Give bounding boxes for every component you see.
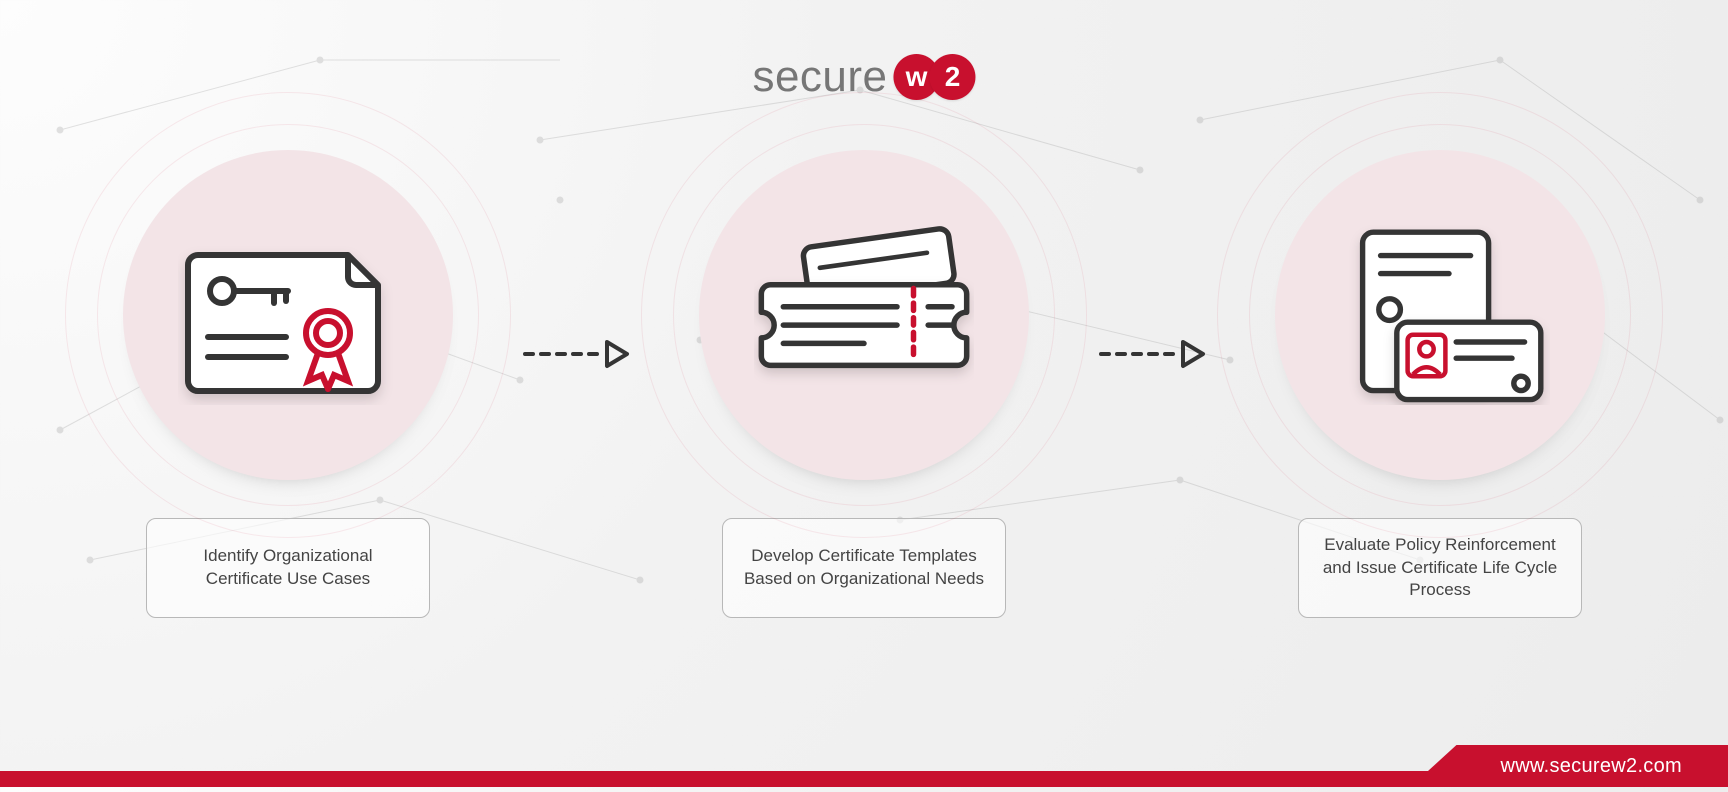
template-ticket-icon	[754, 225, 974, 405]
step-3: Evaluate Policy Reinforcement and Issue …	[1275, 150, 1605, 618]
policy-id-card-icon	[1330, 225, 1550, 405]
brand-badge-letter-2: 2	[930, 54, 976, 100]
process-row: Identify Organizational Certificate Use …	[0, 150, 1728, 618]
brand-badge: w 2	[894, 54, 976, 100]
arrow-icon	[521, 334, 631, 374]
step-3-halo	[1275, 150, 1605, 480]
step-2: Develop Certificate Templates Based on O…	[699, 150, 1029, 618]
step-1-halo	[123, 150, 453, 480]
footer-url: www.securew2.com	[1410, 745, 1728, 787]
arrow-icon	[1097, 334, 1207, 374]
footer: www.securew2.com	[0, 753, 1728, 787]
certificate-key-icon	[178, 225, 398, 405]
step-1: Identify Organizational Certificate Use …	[123, 150, 453, 618]
step-2-halo	[699, 150, 1029, 480]
